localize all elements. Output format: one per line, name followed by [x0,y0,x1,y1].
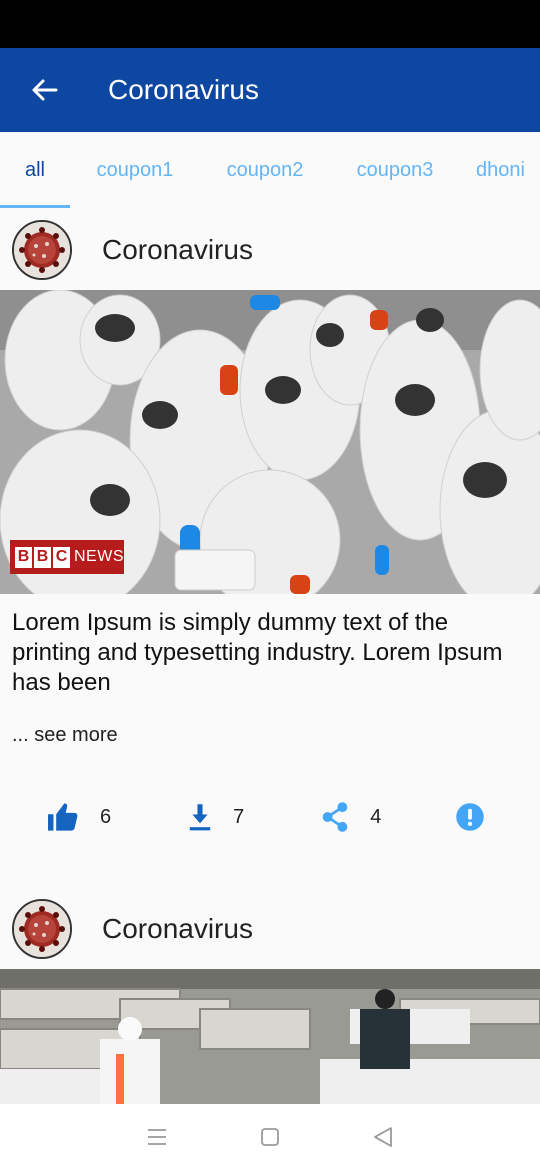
virus-icon [14,222,70,278]
system-nav-bar [0,1104,540,1170]
post-text: Lorem Ipsum is simply dummy text of the … [12,609,503,696]
logo-letter: C [53,546,70,568]
share-count: 4 [370,805,382,828]
tab-coupon3[interactable]: coupon3 [330,132,460,208]
bbc-news-logo: B B C NEWS [10,540,124,574]
back-button[interactable] [22,68,66,112]
like-count: 6 [100,805,112,828]
tab-dhoni[interactable]: dhoni [460,132,540,208]
status-bar [0,0,540,48]
page-title: Coronavirus [108,74,259,105]
share-button[interactable]: 4 [320,801,381,833]
post-card: Coronavirus [0,889,540,1104]
avatar[interactable] [12,899,72,959]
tab-coupon2[interactable]: coupon2 [200,132,330,208]
report-button[interactable] [455,802,485,832]
post-header: Coronavirus [0,889,540,969]
menu-icon[interactable] [146,1128,168,1146]
share-icon [322,802,348,832]
virus-icon [14,901,70,957]
post-author: Coronavirus [102,913,253,944]
avatar[interactable] [12,220,72,280]
download-icon [189,804,211,831]
alert-icon [456,803,485,831]
post-actions: 6 7 4 [0,787,540,847]
app-bar: Coronavirus [0,48,540,132]
arrow-left-icon [32,79,58,101]
download-count: 7 [233,805,245,828]
post-author: Coronavirus [102,234,253,265]
like-button[interactable]: 6 [46,802,111,832]
post-header: Coronavirus [0,210,540,290]
tab-bar: all coupon1 coupon2 coupon3 dhoni [0,132,540,208]
logo-word: NEWS [74,548,124,565]
post-card: Coronavirus [0,210,540,847]
tab-all[interactable]: all [0,132,70,208]
thumbs-up-icon [48,803,78,831]
hospital-beds-photo [0,969,540,1104]
see-more-link[interactable]: ... see more [12,724,118,747]
download-button[interactable]: 7 [187,803,244,831]
post-image[interactable]: B B C NEWS [0,290,540,594]
back-nav-icon[interactable] [372,1126,394,1148]
logo-letter: B [15,546,32,568]
logo-letter: B [34,546,51,568]
post-image[interactable] [0,969,540,1104]
home-icon[interactable] [260,1127,280,1147]
tab-coupon1[interactable]: coupon1 [70,132,200,208]
